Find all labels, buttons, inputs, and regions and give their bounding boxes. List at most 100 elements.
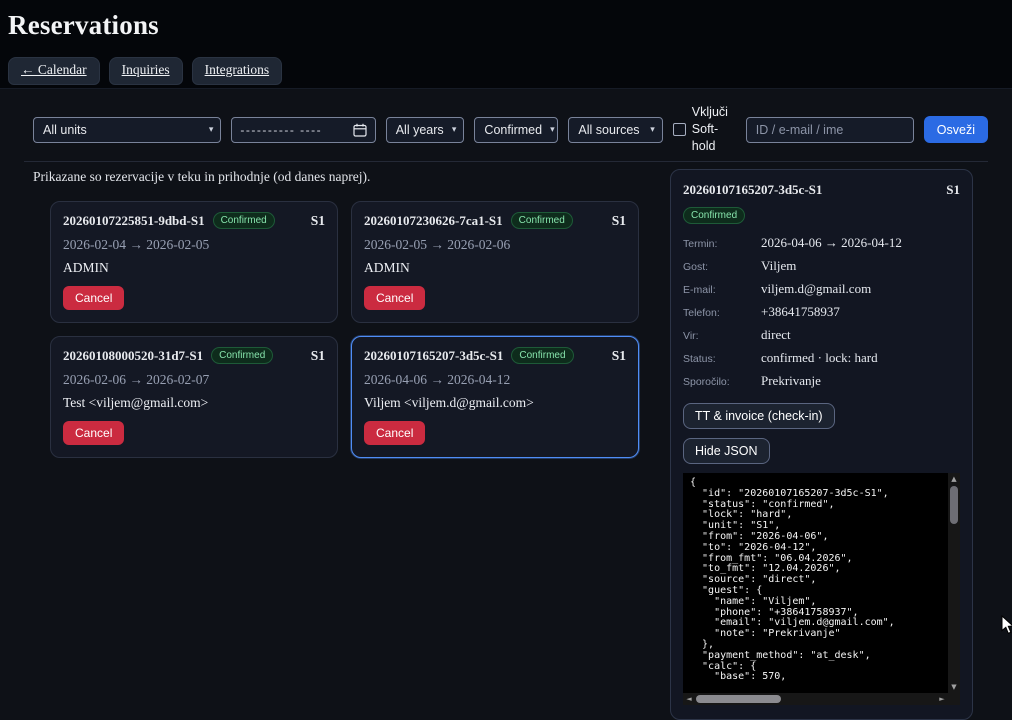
- status-select[interactable]: Confirmed ▾: [474, 117, 558, 143]
- detail-label: Vir:: [683, 330, 761, 342]
- date-input[interactable]: ---------- ----: [231, 117, 375, 143]
- card-header: 20260108000520-31d7-S1 Confirmed S1: [63, 347, 325, 364]
- sources-select[interactable]: All sources ▾: [568, 117, 662, 143]
- page-header: Reservations ← Calendar Inquiries Integr…: [0, 0, 1012, 89]
- softhold-filter[interactable]: Vključi Soft-hold: [673, 104, 736, 155]
- page-title: Reservations: [8, 10, 1012, 41]
- horizontal-scrollbar[interactable]: ◄ ►: [683, 693, 948, 705]
- detail-label: Sporočilo:: [683, 376, 761, 388]
- detail-value: viljem.d@gmail.com: [761, 281, 871, 297]
- json-viewer: { "id": "20260107165207-3d5c-S1", "statu…: [683, 473, 960, 705]
- list-note: Prikazane so rezervacije v teku in priho…: [33, 169, 658, 185]
- cancel-button[interactable]: Cancel: [364, 286, 425, 310]
- tab-calendar[interactable]: ← Calendar: [8, 57, 100, 85]
- vertical-scroll-thumb[interactable]: [950, 486, 958, 524]
- reservation-dates: 2026-02-04 → 2026-02-05: [63, 237, 325, 253]
- tab-integrations[interactable]: Integrations: [192, 57, 282, 85]
- chevron-down-icon: ▾: [650, 124, 655, 135]
- years-select[interactable]: All years ▾: [386, 117, 465, 143]
- units-select-value: All units: [43, 123, 87, 137]
- detail-value: 2026-04-06 → 2026-04-12: [761, 235, 902, 251]
- vertical-scrollbar[interactable]: ▲ ▼: [948, 473, 960, 693]
- unit-label: S1: [311, 348, 325, 364]
- softhold-label: Vključi Soft-hold: [692, 104, 736, 155]
- detail-badge-row: Confirmed: [683, 205, 960, 223]
- reservation-card[interactable]: 20260107225851-9dbd-S1 Confirmed S1 2026…: [50, 201, 338, 323]
- tab-bar: ← Calendar Inquiries Integrations: [8, 57, 1012, 88]
- detail-row-gost: Gost: Viljem: [683, 258, 960, 274]
- reservation-dates: 2026-02-05 → 2026-02-06: [364, 237, 626, 253]
- detail-label: Status:: [683, 353, 761, 365]
- softhold-checkbox[interactable]: [673, 123, 686, 136]
- detail-header: 20260107165207-3d5c-S1 S1: [683, 182, 960, 198]
- reservation-guest: Viljem <viljem.d@gmail.com>: [364, 395, 626, 411]
- status-badge: Confirmed: [683, 207, 745, 224]
- scroll-down-icon[interactable]: ▼: [948, 681, 960, 693]
- refresh-button[interactable]: Osveži: [924, 116, 988, 143]
- reservations-section: Prikazane so rezervacije v teku in priho…: [24, 161, 988, 720]
- reservation-cards: 20260107225851-9dbd-S1 Confirmed S1 2026…: [50, 201, 658, 458]
- horizontal-scroll-thumb[interactable]: [696, 695, 781, 703]
- units-select[interactable]: All units ▾: [33, 117, 221, 143]
- sources-select-value: All sources: [578, 123, 639, 137]
- detail-row-vir: Vir: direct: [683, 327, 960, 343]
- reservation-id: 20260107230626-7ca1-S1: [364, 213, 503, 229]
- search-input[interactable]: [746, 117, 914, 143]
- reservation-guest: ADMIN: [63, 260, 325, 276]
- json-content: { "id": "20260107165207-3d5c-S1", "statu…: [683, 473, 960, 705]
- detail-label: Telefon:: [683, 307, 761, 319]
- chevron-down-icon: ▾: [452, 124, 457, 135]
- scroll-up-icon[interactable]: ▲: [948, 473, 960, 485]
- tt-invoice-button[interactable]: TT & invoice (check-in): [683, 403, 835, 429]
- reservation-guest: ADMIN: [364, 260, 626, 276]
- detail-value: Prekrivanje: [761, 373, 821, 389]
- tab-inquiries[interactable]: Inquiries: [109, 57, 183, 85]
- chevron-down-icon: ▾: [209, 124, 214, 135]
- detail-row-email: E-mail: viljem.d@gmail.com: [683, 281, 960, 297]
- reservation-card-selected[interactable]: 20260107165207-3d5c-S1 Confirmed S1 2026…: [351, 336, 639, 458]
- detail-value: confirmed · lock: hard: [761, 350, 878, 366]
- detail-label: Gost:: [683, 261, 761, 273]
- unit-label: S1: [612, 213, 626, 229]
- calendar-icon[interactable]: [353, 123, 367, 137]
- reservation-detail-panel: 20260107165207-3d5c-S1 S1 Confirmed Term…: [670, 169, 973, 720]
- scroll-right-icon[interactable]: ►: [936, 693, 948, 705]
- detail-unit-label: S1: [946, 182, 960, 198]
- reservation-card[interactable]: 20260107230626-7ca1-S1 Confirmed S1 2026…: [351, 201, 639, 323]
- reservation-card[interactable]: 20260108000520-31d7-S1 Confirmed S1 2026…: [50, 336, 338, 458]
- hide-json-button[interactable]: Hide JSON: [683, 438, 770, 464]
- detail-label: Termin:: [683, 238, 761, 250]
- status-badge: Confirmed: [511, 347, 573, 364]
- reservation-dates: 2026-04-06 → 2026-04-12: [364, 372, 626, 388]
- filter-bar: All units ▾ ---------- ---- All years ▾ …: [33, 104, 988, 155]
- reservations-list-column: Prikazane so rezervacije v teku in priho…: [24, 169, 658, 720]
- chevron-down-icon: ▾: [550, 124, 555, 135]
- detail-value: Viljem: [761, 258, 796, 274]
- main-content: All units ▾ ---------- ---- All years ▾ …: [0, 104, 1012, 720]
- cancel-button[interactable]: Cancel: [364, 421, 425, 445]
- detail-value: +38641758937: [761, 304, 840, 320]
- detail-label: E-mail:: [683, 284, 761, 296]
- status-badge: Confirmed: [511, 212, 573, 229]
- detail-value: direct: [761, 327, 791, 343]
- status-badge: Confirmed: [211, 347, 273, 364]
- status-select-value: Confirmed: [484, 123, 542, 137]
- cancel-button[interactable]: Cancel: [63, 421, 124, 445]
- date-input-value: ---------- ----: [240, 123, 322, 137]
- reservation-dates: 2026-02-06 → 2026-02-07: [63, 372, 325, 388]
- years-select-value: All years: [396, 123, 444, 137]
- reservation-guest: Test <viljem@gmail.com>: [63, 395, 325, 411]
- unit-label: S1: [311, 213, 325, 229]
- detail-row-status: Status: confirmed · lock: hard: [683, 350, 960, 366]
- reservation-id: 20260107165207-3d5c-S1: [364, 348, 503, 364]
- status-badge: Confirmed: [213, 212, 275, 229]
- detail-row-sporocilo: Sporočilo: Prekrivanje: [683, 373, 960, 389]
- reservation-id: 20260107225851-9dbd-S1: [63, 213, 205, 229]
- scroll-left-icon[interactable]: ◄: [683, 693, 695, 705]
- cancel-button[interactable]: Cancel: [63, 286, 124, 310]
- reservation-id: 20260108000520-31d7-S1: [63, 348, 203, 364]
- detail-reservation-id: 20260107165207-3d5c-S1: [683, 182, 822, 198]
- card-header: 20260107165207-3d5c-S1 Confirmed S1: [364, 347, 626, 364]
- unit-label: S1: [612, 348, 626, 364]
- detail-row-termin: Termin: 2026-04-06 → 2026-04-12: [683, 235, 960, 251]
